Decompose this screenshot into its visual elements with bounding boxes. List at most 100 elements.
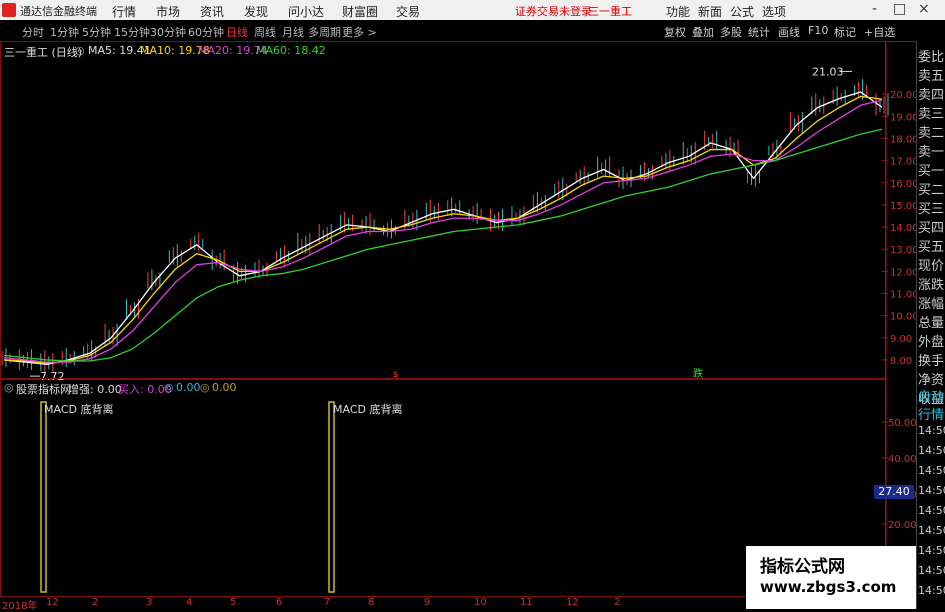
y-tick-label-1: 19.00 bbox=[890, 112, 916, 123]
date-tick-0: 12 bbox=[46, 597, 59, 608]
date-tick-2: 3 bbox=[146, 597, 153, 608]
stock-label: 三一重工 (日线) bbox=[4, 46, 83, 59]
period-monthly[interactable]: 月线 bbox=[282, 24, 304, 40]
side-item-3[interactable]: 卖三 bbox=[918, 103, 944, 122]
ma-toggle-icon[interactable]: ◎ bbox=[75, 44, 85, 57]
ind-tick-label-3: 20.00 bbox=[888, 520, 916, 531]
y-tick-label-0: 20.00 bbox=[890, 90, 916, 101]
side-item-10[interactable]: 买五 bbox=[918, 236, 944, 255]
side-item-6[interactable]: 买一 bbox=[918, 160, 944, 179]
macd-signal-label-2: MACD 底背离 bbox=[333, 403, 403, 416]
date-tick-5: 6 bbox=[276, 597, 283, 608]
side-item-4[interactable]: 卖二 bbox=[918, 122, 944, 141]
new-panel-button[interactable]: 新面 bbox=[698, 3, 722, 20]
app-title: 通达信金融终端 bbox=[20, 5, 97, 18]
macd-spike-2 bbox=[328, 401, 335, 593]
ind-tick-label-1: 40.00 bbox=[888, 454, 916, 465]
side-time-4: 14:50 bbox=[918, 504, 945, 517]
y-tick-label-9: 11.00 bbox=[890, 290, 916, 301]
menu-jiaoyi[interactable]: 交易 bbox=[396, 3, 420, 20]
formula-button[interactable]: 公式 bbox=[730, 3, 754, 20]
year-label: 2018年 bbox=[2, 601, 38, 612]
indicator-circle-icon: ◎ bbox=[164, 381, 174, 394]
close-icon[interactable]: × bbox=[918, 1, 930, 17]
mark-button[interactable]: 标记 bbox=[834, 24, 856, 40]
indicator-value-2: 0.00 bbox=[176, 381, 201, 394]
period-weekly[interactable]: 周线 bbox=[254, 24, 276, 40]
side-item-7[interactable]: 买二 bbox=[918, 179, 944, 198]
zengqiang-value: 增强: 0.00 bbox=[68, 383, 122, 396]
chart-frame bbox=[0, 41, 886, 380]
side-bottom-item-1[interactable]: 行情 bbox=[918, 404, 944, 423]
period-more[interactable]: 更多 > bbox=[342, 24, 377, 40]
date-tick-11: 12 bbox=[566, 597, 579, 608]
options-button[interactable]: 选项 bbox=[762, 3, 786, 20]
add-favorite-button[interactable]: +自选 bbox=[864, 24, 895, 40]
kline-chart[interactable]: 21.037.72 s 跌20.0019.0018.0017.0016.0015.0… bbox=[0, 41, 916, 381]
menu-caifuquan[interactable]: 财富圈 bbox=[342, 3, 378, 20]
date-tick-7: 8 bbox=[368, 597, 375, 608]
indicator-toggle-icon[interactable]: ◎ bbox=[4, 381, 14, 394]
period-fenshi[interactable]: 分时 bbox=[22, 24, 44, 40]
y-tick-label-8: 12.00 bbox=[890, 267, 916, 278]
side-item-13[interactable]: 涨幅 bbox=[918, 293, 944, 312]
draw-line-button[interactable]: 画线 bbox=[778, 24, 800, 40]
maximize-icon[interactable]: □ bbox=[893, 1, 906, 17]
ind-tick-label-0: 50.00 bbox=[888, 418, 916, 429]
date-tick-4: 5 bbox=[230, 597, 237, 608]
side-item-12[interactable]: 涨跌 bbox=[918, 274, 944, 293]
overlay-button[interactable]: 叠加 bbox=[692, 24, 714, 40]
side-item-11[interactable]: 现价 bbox=[918, 255, 944, 274]
title-bar: 通达信金融终端 行情 市场 资讯 发现 问小达 财富圈 交易 证券交易未登录 三… bbox=[0, 0, 945, 20]
function-button[interactable]: 功能 bbox=[666, 3, 690, 20]
high-price-label: 21.03 bbox=[812, 65, 844, 78]
menu-hangqing[interactable]: 行情 bbox=[112, 3, 136, 20]
menu-zixun[interactable]: 资讯 bbox=[200, 3, 224, 20]
side-item-1[interactable]: 卖五 bbox=[918, 65, 944, 84]
series-line-ma5 bbox=[3, 91, 883, 366]
menu-shichang[interactable]: 市场 bbox=[156, 3, 180, 20]
menu-wenxiaoda[interactable]: 问小达 bbox=[288, 3, 324, 20]
y-tick-label-7: 13.00 bbox=[890, 245, 916, 256]
series-line-ma60 bbox=[3, 128, 883, 362]
menu-faxian[interactable]: 发现 bbox=[244, 3, 268, 20]
side-item-15[interactable]: 外盘 bbox=[918, 331, 944, 350]
indicator-name: 股票指标网 bbox=[16, 383, 71, 396]
side-item-16[interactable]: 换手 bbox=[918, 350, 944, 369]
side-item-8[interactable]: 买三 bbox=[918, 198, 944, 217]
watermark-url: www.zbgs3.com bbox=[760, 578, 897, 596]
y-tick-label-11: 9.00 bbox=[890, 334, 912, 345]
f10-button[interactable]: F10 bbox=[808, 24, 828, 37]
app-logo-icon bbox=[2, 3, 16, 17]
side-time-0: 14:50 bbox=[918, 424, 945, 437]
side-item-9[interactable]: 买四 bbox=[918, 217, 944, 236]
side-item-0[interactable]: 委比 bbox=[918, 46, 944, 65]
y-tick-label-4: 16.00 bbox=[890, 179, 916, 190]
side-item-2[interactable]: 卖四 bbox=[918, 84, 944, 103]
side-time-6: 14:50 bbox=[918, 544, 945, 557]
minimize-icon[interactable]: - bbox=[872, 1, 877, 17]
stats-button[interactable]: 统计 bbox=[748, 24, 770, 40]
trade-login-status[interactable]: 证券交易未登录 bbox=[515, 3, 592, 19]
indicator-value-3: 0.00 bbox=[212, 381, 237, 394]
fuquan-button[interactable]: 复权 bbox=[664, 24, 686, 40]
multi-stock-button[interactable]: 多股 bbox=[720, 24, 742, 40]
side-item-5[interactable]: 卖一 bbox=[918, 141, 944, 160]
period-toolbar: 分时 1分钟 5分钟 15分钟 30分钟 60分钟 日线 周线 月线 多周期 更… bbox=[0, 21, 945, 42]
period-5min[interactable]: 5分钟 bbox=[82, 24, 111, 40]
date-tick-10: 11 bbox=[520, 597, 533, 608]
side-time-1: 14:50 bbox=[918, 444, 945, 457]
period-daily[interactable]: 日线 bbox=[226, 24, 248, 40]
side-time-5: 14:50 bbox=[918, 524, 945, 537]
y-tick-label-2: 18.00 bbox=[890, 135, 916, 146]
date-tick-8: 9 bbox=[424, 597, 431, 608]
macd-signal-label-1: MACD 底背离 bbox=[44, 403, 114, 416]
period-15min[interactable]: 15分钟 bbox=[114, 24, 150, 40]
period-30min[interactable]: 30分钟 bbox=[150, 24, 186, 40]
y-tick-label-5: 15.00 bbox=[890, 201, 916, 212]
period-60min[interactable]: 60分钟 bbox=[188, 24, 224, 40]
side-bottom-item-0[interactable]: 自动 bbox=[918, 386, 944, 405]
side-item-14[interactable]: 总量 bbox=[918, 312, 944, 331]
period-1min[interactable]: 1分钟 bbox=[50, 24, 79, 40]
period-multi[interactable]: 多周期 bbox=[308, 24, 341, 40]
